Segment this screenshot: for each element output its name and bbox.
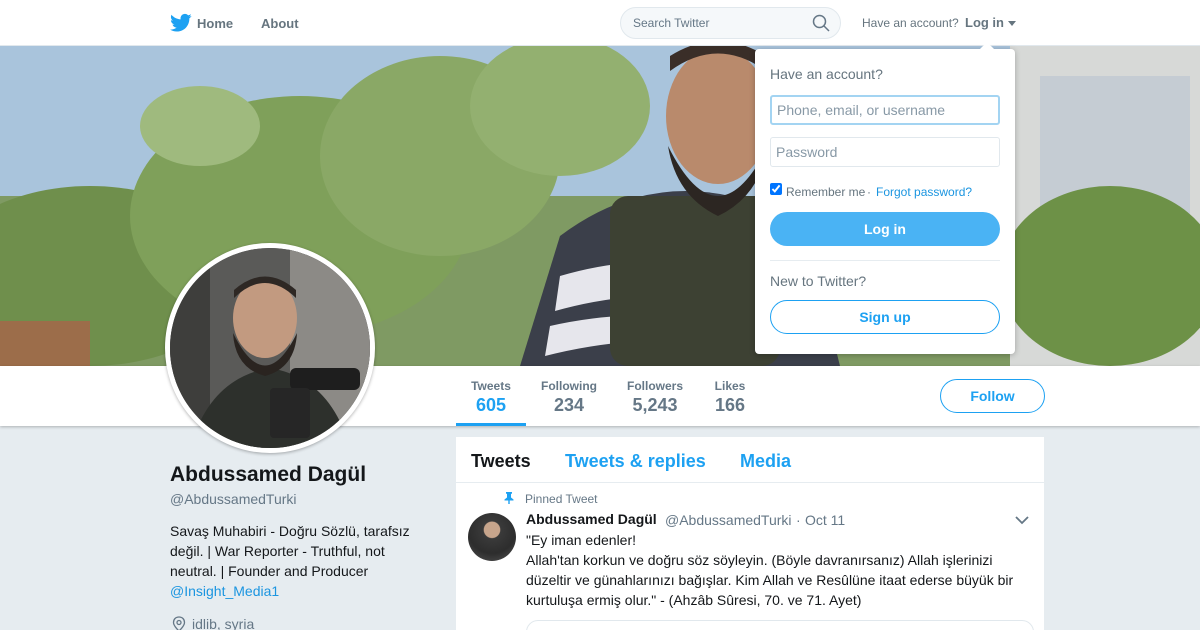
tweet-card[interactable] <box>526 620 1034 630</box>
stat-value: 166 <box>714 395 746 415</box>
search-input[interactable] <box>620 7 841 39</box>
chevron-down-icon[interactable] <box>1015 515 1029 525</box>
location-pin-icon <box>172 616 186 630</box>
stat-followers[interactable]: Followers 5,243 <box>622 366 688 426</box>
timeline-tabs: Tweets Tweets & replies Media <box>456 437 1044 483</box>
stat-value: 234 <box>553 395 585 415</box>
login-dropdown: Have an account? Remember me · Forgot pa… <box>755 42 1015 354</box>
profile-bio-link[interactable]: @Insight_Media1 <box>170 583 279 599</box>
tab-tweets-and-replies[interactable]: Tweets & replies <box>565 451 706 472</box>
dropdown-divider <box>770 260 1000 261</box>
tab-media[interactable]: Media <box>740 451 791 472</box>
stat-tweets[interactable]: Tweets 605 <box>456 366 526 426</box>
remember-me-checkbox[interactable] <box>770 183 782 195</box>
stat-label: Followers <box>626 379 683 393</box>
tweet-author-name[interactable]: Abdussamed Dagül <box>526 511 657 527</box>
login-dropdown-title: Have an account? <box>770 66 883 82</box>
tweet-separator: · <box>796 512 801 528</box>
tweet-date[interactable]: Oct 11 <box>805 512 845 528</box>
nav-home-link[interactable]: Home <box>197 16 233 31</box>
profile-avatar[interactable] <box>165 243 375 453</box>
stat-following[interactable]: Following 234 <box>536 366 602 426</box>
separator-dot: · <box>867 185 871 199</box>
top-nav: Home About Have an account? Log in <box>0 0 1200 46</box>
tweet-avatar[interactable] <box>468 513 516 561</box>
profile-handle: @AbdussamedTurki <box>170 491 297 507</box>
caret-down-icon[interactable] <box>1008 21 1016 26</box>
signup-button[interactable]: Sign up <box>770 300 1000 334</box>
stat-label: Following <box>541 379 597 393</box>
follow-button[interactable]: Follow <box>940 379 1045 413</box>
forgot-password-link[interactable]: Forgot password? <box>876 185 972 199</box>
login-dropdown-toggle[interactable]: Log in <box>965 15 1004 30</box>
stat-value: 605 <box>475 395 507 415</box>
password-field[interactable] <box>770 137 1000 167</box>
stat-likes[interactable]: Likes 166 <box>708 366 752 426</box>
stat-label: Likes <box>714 379 746 393</box>
profile-bio-text: Savaş Muhabiri - Doğru Sözlü, tarafsız d… <box>170 523 410 579</box>
profile-location: idlib, syria <box>192 616 255 630</box>
stat-value: 5,243 <box>632 395 678 415</box>
pinned-tweet-label: Pinned Tweet <box>525 492 598 506</box>
profile-bio: Savaş Muhabiri - Doğru Sözlü, tarafsız d… <box>170 521 430 601</box>
pin-icon <box>504 492 514 504</box>
username-field[interactable] <box>770 95 1000 125</box>
timeline: Tweets Tweets & replies Media Pinned Twe… <box>456 437 1044 630</box>
profile-name: Abdussamed Dagül <box>170 463 367 486</box>
twitter-bird-icon[interactable] <box>170 13 192 33</box>
new-to-twitter-label: New to Twitter? <box>770 273 867 289</box>
tweet-author-handle[interactable]: @AbdussamedTurki <box>665 512 792 528</box>
stat-label: Tweets <box>471 379 511 393</box>
remember-me-label[interactable]: Remember me <box>786 185 865 199</box>
nav-about-link[interactable]: About <box>261 16 299 31</box>
tab-tweets[interactable]: Tweets <box>471 451 531 472</box>
have-account-label: Have an account? <box>862 16 959 30</box>
tweet-text: "Ey iman edenler! Allah'tan korkun ve do… <box>526 532 1014 608</box>
search-icon[interactable] <box>812 14 830 32</box>
login-button[interactable]: Log in <box>770 212 1000 246</box>
